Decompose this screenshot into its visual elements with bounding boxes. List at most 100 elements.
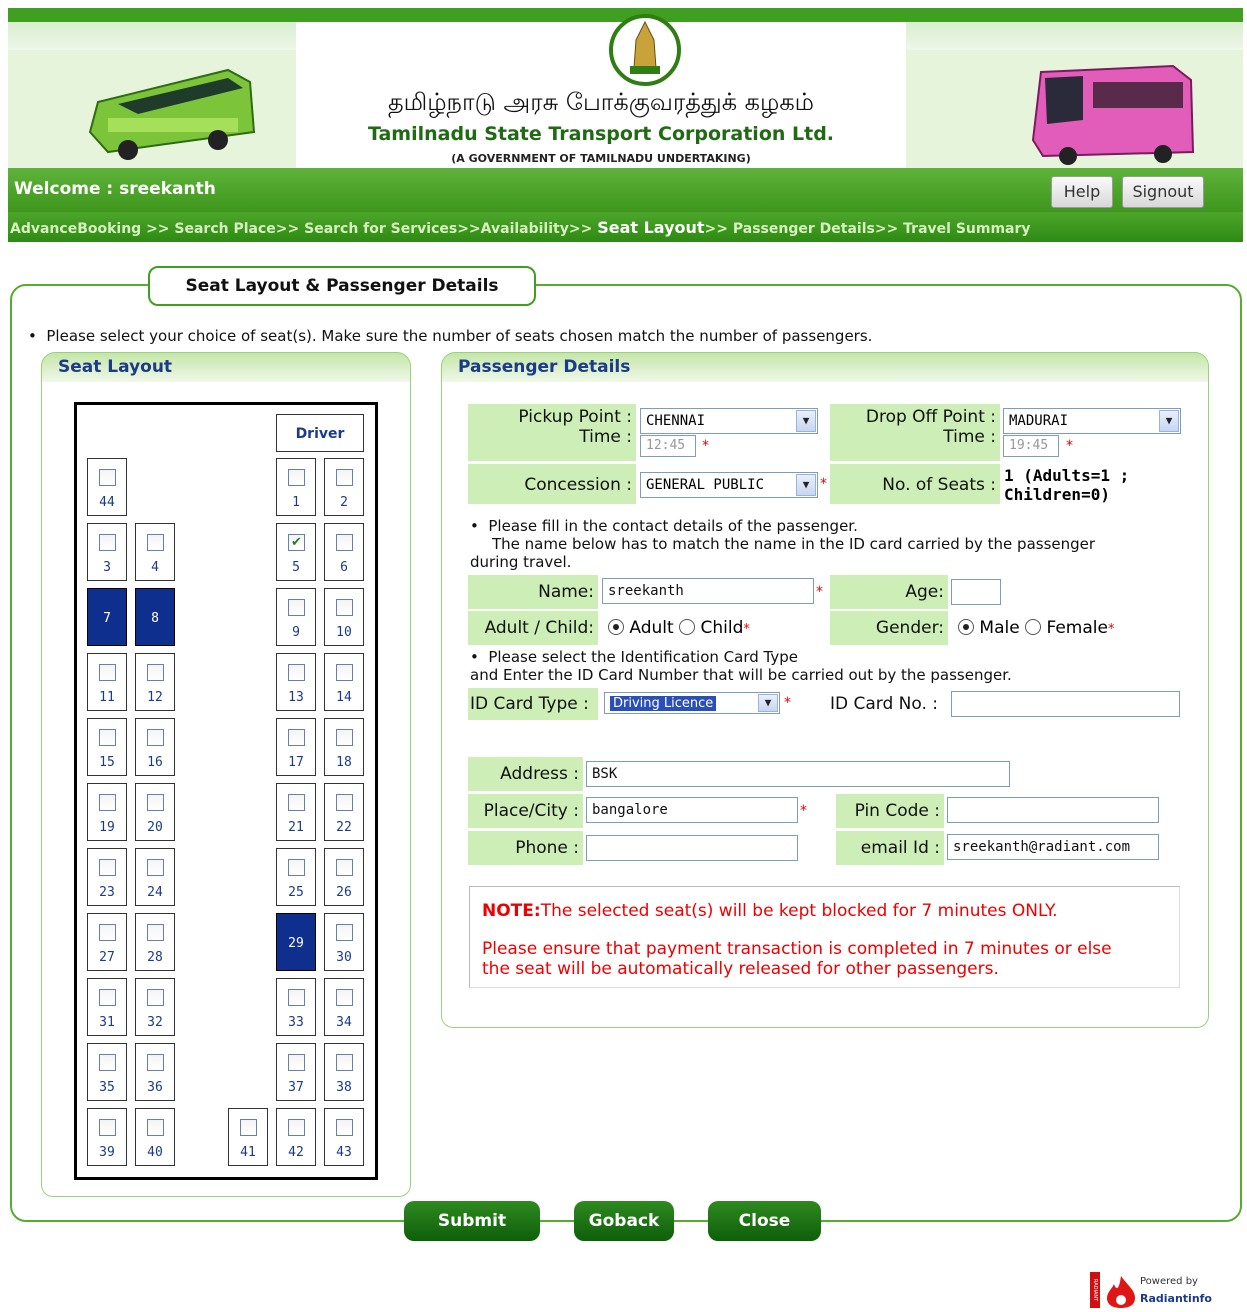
seat-3[interactable]: 3 bbox=[87, 523, 127, 581]
address-input[interactable]: BSK bbox=[586, 761, 1010, 787]
seat-1[interactable]: 1 bbox=[276, 458, 316, 516]
seat-checkbox[interactable] bbox=[336, 859, 353, 876]
seat-checkbox[interactable] bbox=[99, 664, 116, 681]
seat-checkbox[interactable] bbox=[288, 664, 305, 681]
seat-44[interactable]: 44 bbox=[87, 458, 127, 516]
seat-checkbox[interactable] bbox=[147, 859, 164, 876]
seat-checkbox[interactable] bbox=[147, 664, 164, 681]
seat-38[interactable]: 38 bbox=[324, 1043, 364, 1101]
seat-checkbox[interactable] bbox=[99, 729, 116, 746]
seat-checkbox[interactable] bbox=[99, 924, 116, 941]
id-card-no-input[interactable] bbox=[951, 691, 1180, 717]
seat-43[interactable]: 43 bbox=[324, 1108, 364, 1166]
seat-checkbox[interactable] bbox=[288, 1054, 305, 1071]
seat-30[interactable]: 30 bbox=[324, 913, 364, 971]
seat-17[interactable]: 17 bbox=[276, 718, 316, 776]
seat-checkbox[interactable]: ✔ bbox=[288, 534, 305, 551]
seat-21[interactable]: 21 bbox=[276, 783, 316, 841]
seat-41[interactable]: 41 bbox=[228, 1108, 268, 1166]
seat-36[interactable]: 36 bbox=[135, 1043, 175, 1101]
seat-14[interactable]: 14 bbox=[324, 653, 364, 711]
seat-checkbox[interactable] bbox=[99, 794, 116, 811]
seat-26[interactable]: 26 bbox=[324, 848, 364, 906]
name-input[interactable]: sreekanth bbox=[602, 578, 814, 604]
seat-27[interactable]: 27 bbox=[87, 913, 127, 971]
seat-checkbox[interactable] bbox=[336, 924, 353, 941]
seat-checkbox[interactable] bbox=[240, 1119, 257, 1136]
seat-checkbox[interactable] bbox=[147, 729, 164, 746]
seat-checkbox[interactable] bbox=[288, 989, 305, 1006]
seat-checkbox[interactable] bbox=[147, 794, 164, 811]
seat-checkbox[interactable] bbox=[147, 1119, 164, 1136]
seat-20[interactable]: 20 bbox=[135, 783, 175, 841]
seat-2[interactable]: 2 bbox=[324, 458, 364, 516]
concession-select[interactable]: GENERAL PUBLIC ▼ bbox=[640, 472, 818, 498]
seat-checkbox[interactable] bbox=[336, 729, 353, 746]
child-radio[interactable] bbox=[679, 619, 696, 635]
seat-checkbox[interactable] bbox=[336, 794, 353, 811]
seat-15[interactable]: 15 bbox=[87, 718, 127, 776]
goback-button[interactable]: Goback bbox=[574, 1201, 674, 1241]
seat-32[interactable]: 32 bbox=[135, 978, 175, 1036]
seat-37[interactable]: 37 bbox=[276, 1043, 316, 1101]
seat-23[interactable]: 23 bbox=[87, 848, 127, 906]
close-button[interactable]: Close bbox=[708, 1201, 821, 1241]
pin-code-input[interactable] bbox=[947, 797, 1159, 823]
seat-checkbox[interactable] bbox=[336, 599, 353, 616]
seat-checkbox[interactable] bbox=[147, 924, 164, 941]
seat-4[interactable]: 4 bbox=[135, 523, 175, 581]
seat-10[interactable]: 10 bbox=[324, 588, 364, 646]
seat-35[interactable]: 35 bbox=[87, 1043, 127, 1101]
seat-34[interactable]: 34 bbox=[324, 978, 364, 1036]
seat-checkbox[interactable] bbox=[288, 859, 305, 876]
age-input[interactable] bbox=[951, 579, 1001, 605]
seat-39[interactable]: 39 bbox=[87, 1108, 127, 1166]
female-radio[interactable] bbox=[1025, 619, 1042, 635]
seat-5[interactable]: ✔ 5 bbox=[276, 523, 316, 581]
seat-18[interactable]: 18 bbox=[324, 718, 364, 776]
seat-12[interactable]: 12 bbox=[135, 653, 175, 711]
seat-checkbox[interactable] bbox=[147, 989, 164, 1006]
seat-16[interactable]: 16 bbox=[135, 718, 175, 776]
seat-checkbox[interactable] bbox=[99, 1054, 116, 1071]
seat-31[interactable]: 31 bbox=[87, 978, 127, 1036]
seat-checkbox[interactable] bbox=[99, 989, 116, 1006]
seat-checkbox[interactable] bbox=[99, 534, 116, 551]
seat-42[interactable]: 42 bbox=[276, 1108, 316, 1166]
seat-checkbox[interactable] bbox=[336, 989, 353, 1006]
seat-checkbox[interactable] bbox=[336, 469, 353, 486]
seat-checkbox[interactable] bbox=[99, 469, 116, 486]
pickup-point-select[interactable]: CHENNAI ▼ bbox=[640, 408, 818, 434]
seat-28[interactable]: 28 bbox=[135, 913, 175, 971]
seat-19[interactable]: 19 bbox=[87, 783, 127, 841]
seat-checkbox[interactable] bbox=[336, 1054, 353, 1071]
seat-6[interactable]: 6 bbox=[324, 523, 364, 581]
seat-checkbox[interactable] bbox=[147, 1054, 164, 1071]
seat-checkbox[interactable] bbox=[147, 534, 164, 551]
seat-checkbox[interactable] bbox=[99, 859, 116, 876]
male-radio[interactable] bbox=[958, 619, 974, 635]
city-input[interactable]: bangalore bbox=[586, 797, 798, 823]
dropoff-point-select[interactable]: MADURAI ▼ bbox=[1003, 408, 1181, 434]
seat-checkbox[interactable] bbox=[336, 1119, 353, 1136]
seat-11[interactable]: 11 bbox=[87, 653, 127, 711]
seat-checkbox[interactable] bbox=[288, 794, 305, 811]
seat-13[interactable]: 13 bbox=[276, 653, 316, 711]
seat-checkbox[interactable] bbox=[99, 1119, 116, 1136]
seat-checkbox[interactable] bbox=[288, 729, 305, 746]
seat-40[interactable]: 40 bbox=[135, 1108, 175, 1166]
seat-checkbox[interactable] bbox=[288, 1119, 305, 1136]
seat-checkbox[interactable] bbox=[336, 664, 353, 681]
seat-24[interactable]: 24 bbox=[135, 848, 175, 906]
seat-checkbox[interactable] bbox=[288, 469, 305, 486]
email-input[interactable]: sreekanth@radiant.com bbox=[947, 834, 1159, 860]
help-button[interactable]: Help bbox=[1051, 176, 1113, 208]
seat-checkbox[interactable] bbox=[288, 599, 305, 616]
signout-button[interactable]: Signout bbox=[1122, 176, 1204, 208]
seat-checkbox[interactable] bbox=[336, 534, 353, 551]
seat-25[interactable]: 25 bbox=[276, 848, 316, 906]
phone-input[interactable] bbox=[586, 835, 798, 861]
adult-radio[interactable] bbox=[608, 619, 624, 635]
seat-33[interactable]: 33 bbox=[276, 978, 316, 1036]
id-card-type-select[interactable]: Driving Licence ▼ bbox=[604, 692, 780, 714]
